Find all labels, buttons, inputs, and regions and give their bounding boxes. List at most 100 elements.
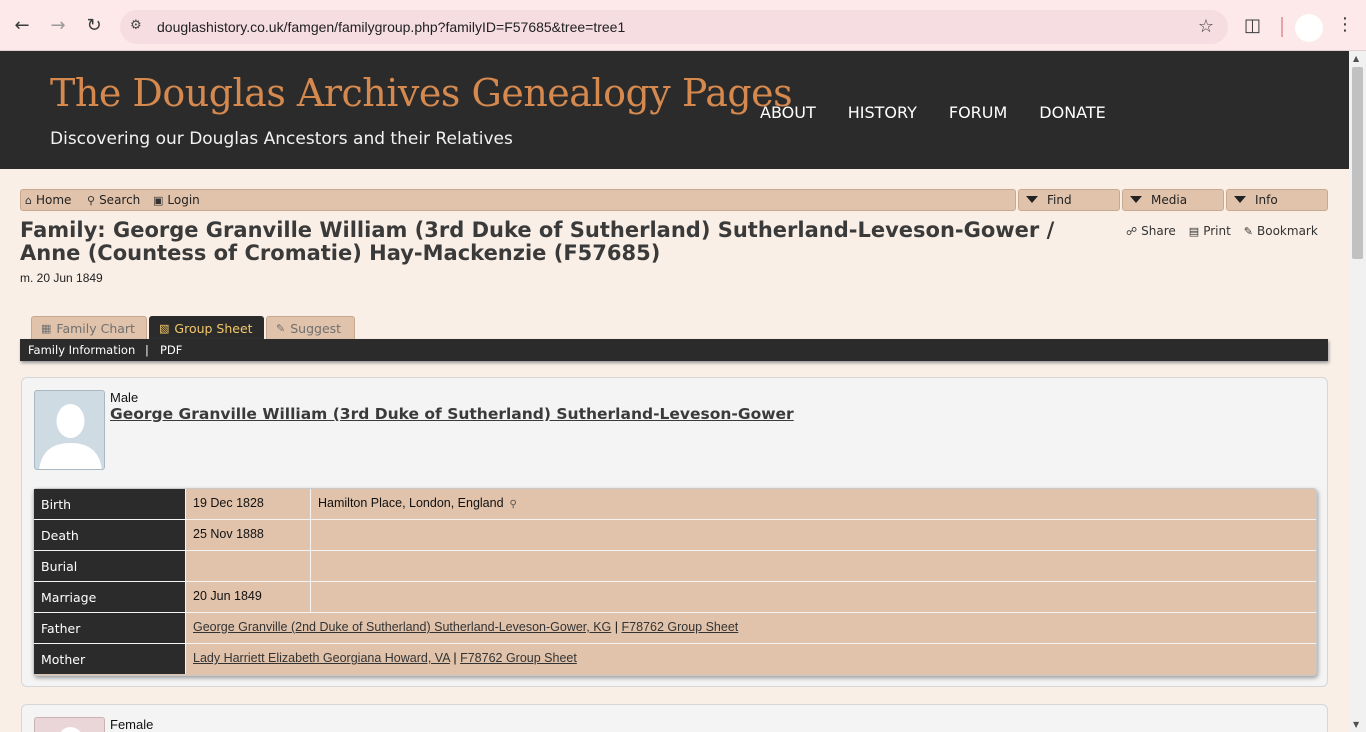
death-place	[310, 520, 1316, 550]
back-arrow-icon[interactable]: ←	[10, 14, 34, 38]
dropdown-arrow-icon	[1026, 196, 1038, 203]
birth-place-cell: Hamilton Place, London, England ⚲	[310, 489, 1316, 519]
death-date: 25 Nov 1888	[185, 520, 310, 550]
subnav-separator: |	[145, 343, 149, 357]
tab-suggest[interactable]: ✎ Suggest	[266, 316, 355, 340]
info-dropdown[interactable]: Info	[1226, 189, 1328, 211]
table-row: Birth 19 Dec 1828 Hamilton Place, London…	[34, 489, 1316, 520]
dropdown-arrow-icon	[1130, 196, 1142, 203]
female-silhouette-avatar	[34, 717, 105, 732]
print-button[interactable]: ▤ Print	[1189, 224, 1231, 238]
group-sheet-icon: ▧	[159, 322, 170, 335]
lock-icon: ▣	[153, 193, 164, 207]
tab-group-sheet-label: Group Sheet	[174, 321, 253, 336]
pdf-link[interactable]: PDF	[160, 343, 182, 357]
mother-cell: Lady Harriett Elizabeth Georgiana Howard…	[185, 644, 1316, 674]
bookmark-button[interactable]: ✎ Bookmark	[1244, 224, 1318, 238]
table-row: Mother Lady Harriett Elizabeth Georgiana…	[34, 644, 1316, 675]
print-label: Print	[1203, 224, 1231, 238]
site-title[interactable]: The Douglas Archives Genealogy Pages	[50, 71, 793, 115]
nav-donate[interactable]: DONATE	[1039, 103, 1105, 122]
page-actions: ☍ Share ▤ Print ✎ Bookmark	[1126, 224, 1318, 238]
page-scrollbar[interactable]: ▲ ▼	[1349, 51, 1366, 732]
birth-place: Hamilton Place, London, England	[318, 496, 504, 510]
share-button[interactable]: ☍ Share	[1126, 224, 1176, 238]
wife-gender: Female	[110, 717, 154, 732]
home-icon: ⌂	[25, 193, 32, 207]
site-header: The Douglas Archives Genealogy Pages Dis…	[0, 51, 1349, 169]
forward-arrow-icon[interactable]: →	[46, 14, 70, 38]
person-silhouette-icon	[60, 727, 81, 732]
table-row: Death 25 Nov 1888	[34, 520, 1316, 551]
tab-suggest-label: Suggest	[290, 321, 342, 336]
login-link[interactable]: ▣ Login	[153, 193, 200, 207]
bookmark-label: Bookmark	[1257, 224, 1318, 238]
site-info-icon[interactable]: ⚙	[130, 18, 142, 33]
browser-toolbar: ← → ↻ ⚙ douglashistory.co.uk/famgen/fami…	[0, 0, 1366, 51]
login-label: Login	[167, 193, 200, 207]
scroll-up-icon[interactable]: ▲	[1353, 54, 1359, 63]
search-label: Search	[99, 193, 141, 207]
media-dropdown[interactable]: Media	[1122, 189, 1224, 211]
search-icon: ⚲	[87, 193, 96, 207]
profile-avatar[interactable]	[1295, 14, 1323, 42]
tab-family-chart[interactable]: ▦ Family Chart	[31, 316, 147, 340]
mother-group-sheet-link[interactable]: F78762 Group Sheet	[460, 651, 577, 665]
site-menubar: ⌂ Home ⚲ Search ▣ Login	[20, 189, 1016, 211]
find-dropdown[interactable]: Find	[1018, 189, 1120, 211]
media-label: Media	[1151, 193, 1188, 207]
mother-name-link[interactable]: Lady Harriett Elizabeth Georgiana Howard…	[193, 651, 450, 665]
url-text[interactable]: douglashistory.co.uk/famgen/familygroup.…	[157, 19, 625, 35]
toolbar-divider	[1281, 17, 1283, 37]
father-separator: |	[614, 620, 619, 634]
marriage-date-summary: m. 20 Jun 1849	[20, 271, 103, 285]
scroll-down-icon[interactable]: ▼	[1353, 720, 1359, 729]
person-silhouette-icon	[39, 404, 102, 469]
husband-events-table: Birth 19 Dec 1828 Hamilton Place, London…	[33, 488, 1317, 676]
death-label: Death	[34, 520, 185, 550]
scrollbar-thumb[interactable]	[1352, 67, 1363, 259]
address-bar[interactable]: ⚙ douglashistory.co.uk/famgen/familygrou…	[120, 10, 1228, 44]
burial-label: Burial	[34, 551, 185, 581]
family-information-link[interactable]: Family Information	[28, 343, 135, 357]
group-sheet-subnav: Family Information | PDF	[20, 339, 1328, 361]
kebab-menu-icon[interactable]: ⋮	[1336, 14, 1354, 35]
nav-forum[interactable]: FORUM	[949, 103, 1007, 122]
burial-place	[310, 551, 1316, 581]
tab-family-chart-label: Family Chart	[56, 321, 135, 336]
home-label: Home	[35, 193, 72, 207]
suggest-icon: ✎	[276, 322, 286, 335]
share-label: Share	[1141, 224, 1176, 238]
page-title: Family: George Granville William (3rd Du…	[20, 218, 1055, 265]
marriage-date: 20 Jun 1849	[185, 582, 310, 612]
dropdown-arrow-icon	[1234, 196, 1246, 203]
search-link[interactable]: ⚲ Search	[87, 193, 140, 207]
mother-separator: |	[453, 651, 457, 665]
place-search-icon[interactable]: ⚲	[510, 499, 517, 510]
print-icon: ▤	[1188, 224, 1200, 238]
birth-date: 19 Dec 1828	[185, 489, 310, 519]
father-name-link[interactable]: George Granville (2nd Duke of Sutherland…	[193, 620, 611, 634]
reload-icon[interactable]: ↻	[82, 14, 106, 38]
nav-history[interactable]: HISTORY	[848, 103, 917, 122]
share-icon: ☍	[1126, 224, 1138, 238]
table-row: Burial	[34, 551, 1316, 582]
home-link[interactable]: ⌂ Home	[25, 193, 71, 207]
wife-panel	[21, 704, 1328, 732]
father-label: Father	[34, 613, 185, 643]
star-icon[interactable]: ☆	[1198, 16, 1214, 37]
table-row: Father George Granville (2nd Duke of Sut…	[34, 613, 1316, 644]
top-navigation: ABOUT HISTORY FORUM DONATE	[760, 103, 1106, 122]
tab-group-sheet[interactable]: ▧ Group Sheet	[149, 316, 264, 340]
nav-about[interactable]: ABOUT	[760, 103, 816, 122]
find-label: Find	[1047, 193, 1072, 207]
husband-gender: Male	[110, 390, 139, 405]
birth-label: Birth	[34, 489, 185, 519]
husband-name-link[interactable]: George Granville William (3rd Duke of Su…	[110, 405, 794, 423]
father-cell: George Granville (2nd Duke of Sutherland…	[185, 613, 1316, 643]
male-silhouette-avatar	[34, 390, 105, 470]
puzzle-icon[interactable]: ◫	[1244, 15, 1261, 36]
father-group-sheet-link[interactable]: F78762 Group Sheet	[622, 620, 739, 634]
family-chart-icon: ▦	[41, 322, 52, 335]
mother-label: Mother	[34, 644, 185, 674]
